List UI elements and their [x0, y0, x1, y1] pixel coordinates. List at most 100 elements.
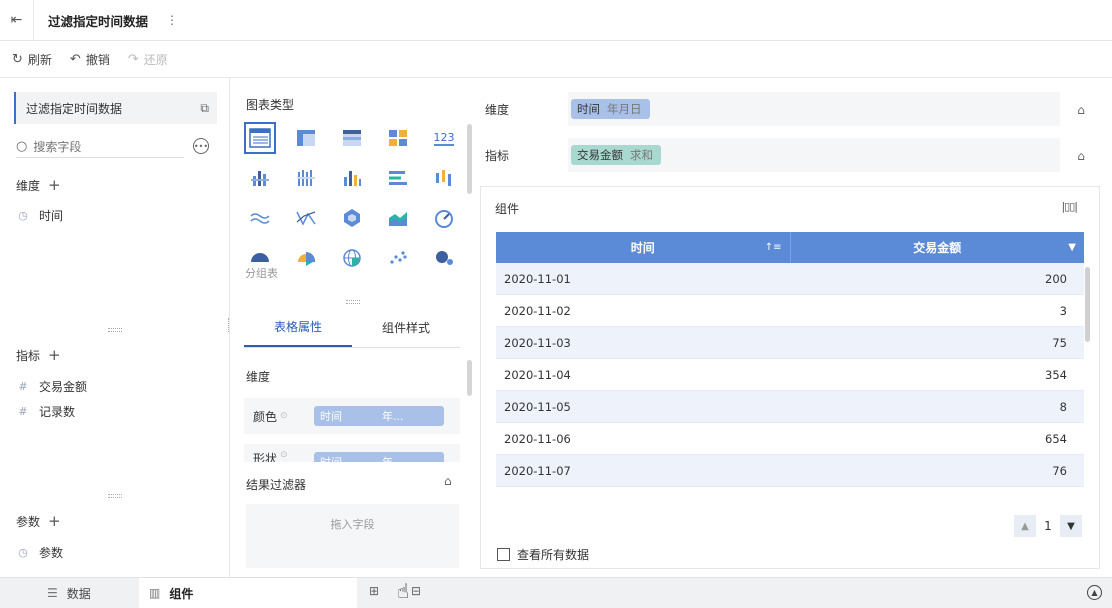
result-filter-dropzone[interactable]: 拖入字段	[246, 504, 459, 568]
column-chart-icon	[344, 171, 361, 186]
add-widget-icon[interactable]: ⊞	[369, 584, 379, 598]
tab-data[interactable]: ☰ 数据	[0, 578, 139, 608]
result-filter-label: 结果过滤器	[246, 478, 307, 492]
color-prop-row[interactable]: 颜色 ⊙ 时间 年...	[244, 398, 460, 434]
chart-type-hbar[interactable]	[382, 162, 414, 194]
panel-splitter[interactable]	[108, 328, 122, 332]
field-search-input[interactable]	[33, 139, 174, 154]
panel-splitter[interactable]	[108, 494, 122, 498]
chart-type-map[interactable]	[336, 242, 368, 274]
bottom-tab-bar: ☰ 数据 ▥ 组件 ⊞ ⊟ ▲	[0, 577, 1112, 608]
column-header-amount[interactable]: 交易金额 ▼	[791, 232, 1085, 263]
column-width-icon[interactable]: |▯▯|	[1061, 200, 1078, 213]
database-icon: ☰	[47, 586, 58, 600]
add-dashboard-icon[interactable]: ⊟	[411, 584, 421, 598]
exit-icon[interactable]: ⇤	[0, 0, 34, 41]
table-scrollbar[interactable]	[1085, 267, 1090, 342]
cross-table-icon	[343, 130, 361, 146]
chart-type-rose[interactable]	[290, 242, 322, 274]
chart-type-line[interactable]	[244, 202, 276, 234]
chart-type-scatter[interactable]	[382, 242, 414, 274]
more-options-icon[interactable]: ⋮	[166, 13, 178, 27]
chart-type-kpi[interactable]	[382, 122, 414, 154]
lock-icon[interactable]: ⌂	[444, 474, 452, 488]
dimension-pill[interactable]: 时间 年月日	[571, 99, 650, 119]
add-dimension-icon[interactable]: +	[48, 176, 61, 194]
field-item-count[interactable]: # 记录数	[16, 403, 75, 420]
page-title: 过滤指定时间数据	[48, 13, 149, 29]
undo-button[interactable]: ↶ 撤销	[70, 51, 110, 68]
field-item-param[interactable]: ◷ 参数	[16, 544, 63, 561]
bubble-icon	[436, 251, 453, 265]
widget-preview: 组件 |▯▯| 时间 ↑≡ 交易金额 ▼ 2020-11-01 200 2020…	[480, 186, 1100, 569]
globe-icon	[343, 249, 361, 267]
widget-title: 组件	[495, 202, 520, 216]
sort-icon[interactable]: ↑≡	[765, 242, 782, 253]
measure-pill[interactable]: 交易金额 求和	[571, 145, 661, 165]
scatter-icon	[390, 251, 407, 264]
chart-config-panel: 图表类型 123 分组表 表格属性 组件样式 维度 颜色 ⊙ 时间 年... 形…	[230, 78, 478, 577]
chart-type-number[interactable]: 123	[428, 122, 460, 154]
prev-page-button[interactable]: ▲	[1014, 515, 1036, 537]
lock-icon[interactable]: ⌂	[1071, 146, 1091, 166]
add-measure-icon[interactable]: +	[48, 346, 61, 364]
column-header-time[interactable]: 时间 ↑≡	[496, 232, 791, 263]
group-table-icon	[249, 128, 271, 148]
chart-type-gauge[interactable]	[428, 202, 460, 234]
chart-type-polyline[interactable]	[290, 202, 322, 234]
table-header: 时间 ↑≡ 交易金额 ▼	[496, 232, 1084, 263]
props-scrollbar[interactable]	[467, 360, 472, 396]
chart-types-scrollbar[interactable]	[467, 124, 472, 194]
hash-icon: #	[18, 380, 28, 393]
field-panel: 过滤指定时间数据 ⧉ ○ ••• 维度 + ◷ 时间 指标 + # 交易金额 #…	[0, 78, 230, 577]
dimension-shelf: 维度 时间 年月日	[478, 90, 1060, 128]
chart-type-bar[interactable]	[244, 162, 276, 194]
chart-type-cross-table[interactable]	[336, 122, 368, 154]
chart-type-radar[interactable]	[336, 202, 368, 234]
search-more-icon[interactable]: •••	[193, 138, 209, 154]
lock-icon[interactable]: ⌂	[1071, 100, 1091, 120]
middle-splitter[interactable]	[346, 300, 360, 304]
undo-icon: ↶	[69, 51, 81, 67]
chart-type-detail-table[interactable]	[290, 122, 322, 154]
chart-type-group-table[interactable]	[244, 122, 276, 154]
dimensions-header: 维度 +	[16, 176, 61, 194]
kpi-card-icon	[389, 130, 407, 146]
range-bar-icon	[436, 170, 451, 186]
props-dimension-label: 维度	[246, 370, 271, 384]
tab-widget-style[interactable]: 组件样式	[352, 308, 460, 347]
redo-button[interactable]: ↷ 还原	[128, 51, 168, 68]
dataset-selector[interactable]: 过滤指定时间数据 ⧉	[14, 92, 217, 124]
next-page-button[interactable]: ▼	[1060, 515, 1082, 537]
measures-header: 指标 +	[16, 346, 61, 364]
chart-icon: ▥	[149, 586, 161, 600]
top-bar: ⇤ 过滤指定时间数据 ⋮	[0, 0, 1112, 41]
switch-dataset-icon[interactable]: ⧉	[200, 101, 209, 116]
refresh-icon: ↻	[12, 51, 23, 67]
shape-field-pill[interactable]: 时间 年...	[314, 452, 444, 462]
add-param-icon[interactable]: +	[48, 512, 61, 530]
collapse-icon[interactable]: ▲	[1087, 585, 1102, 600]
shape-prop-row[interactable]: 形状 ⊙ 时间 年...	[244, 444, 460, 462]
chart-type-bubble[interactable]	[428, 242, 460, 274]
dropdown-icon[interactable]: ▼	[1068, 242, 1076, 253]
color-field-pill[interactable]: 时间 年...	[314, 406, 444, 426]
dimension-dropzone[interactable]: 时间 年月日	[568, 92, 1060, 126]
tab-table-properties[interactable]: 表格属性	[244, 308, 352, 347]
chart-type-area[interactable]	[382, 202, 414, 234]
field-item-time[interactable]: ◷ 时间	[16, 207, 63, 224]
data-table: 时间 ↑≡ 交易金额 ▼ 2020-11-01 200 2020-11-02 3…	[496, 232, 1084, 495]
refresh-button[interactable]: ↻ 刷新	[12, 51, 52, 68]
view-all-data-checkbox[interactable]: 查看所有数据	[497, 546, 589, 563]
page-number: 1	[1044, 519, 1052, 533]
help-icon: ⊙	[280, 411, 288, 421]
chart-type-range-bar[interactable]	[428, 162, 460, 194]
field-item-amount[interactable]: # 交易金额	[16, 378, 87, 395]
checkbox-icon[interactable]	[497, 548, 510, 561]
measure-dropzone[interactable]: 交易金额 求和	[568, 138, 1060, 172]
params-header: 参数 +	[16, 512, 61, 530]
chart-type-grouped-bar[interactable]	[290, 162, 322, 194]
tab-widget[interactable]: ▥ 组件	[139, 577, 357, 608]
chart-type-column[interactable]	[336, 162, 368, 194]
wave-line-icon	[250, 213, 270, 224]
